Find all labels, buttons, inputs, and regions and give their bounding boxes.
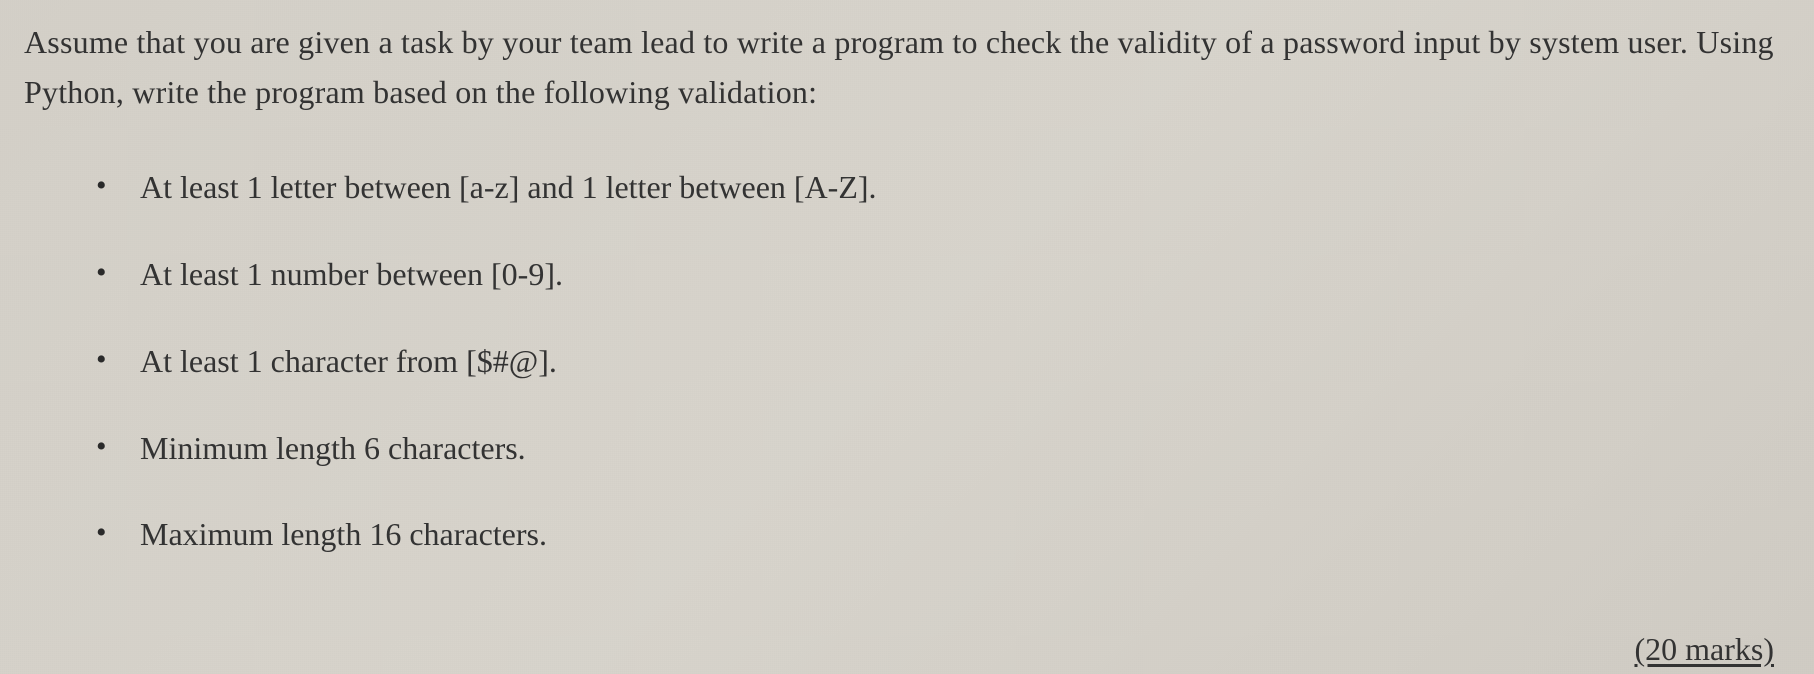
requirement-item: At least 1 number between [0-9]. bbox=[96, 252, 1782, 297]
requirement-item: Maximum length 16 characters. bbox=[96, 512, 1782, 557]
marks-label: (20 marks) bbox=[1634, 631, 1774, 668]
requirement-item: At least 1 letter between [a-z] and 1 le… bbox=[96, 165, 1782, 210]
question-intro: Assume that you are given a task by your… bbox=[24, 18, 1782, 117]
requirement-item: Minimum length 6 characters. bbox=[96, 426, 1782, 471]
requirements-list: At least 1 letter between [a-z] and 1 le… bbox=[24, 165, 1782, 557]
requirement-item: At least 1 character from [$#@]. bbox=[96, 339, 1782, 384]
